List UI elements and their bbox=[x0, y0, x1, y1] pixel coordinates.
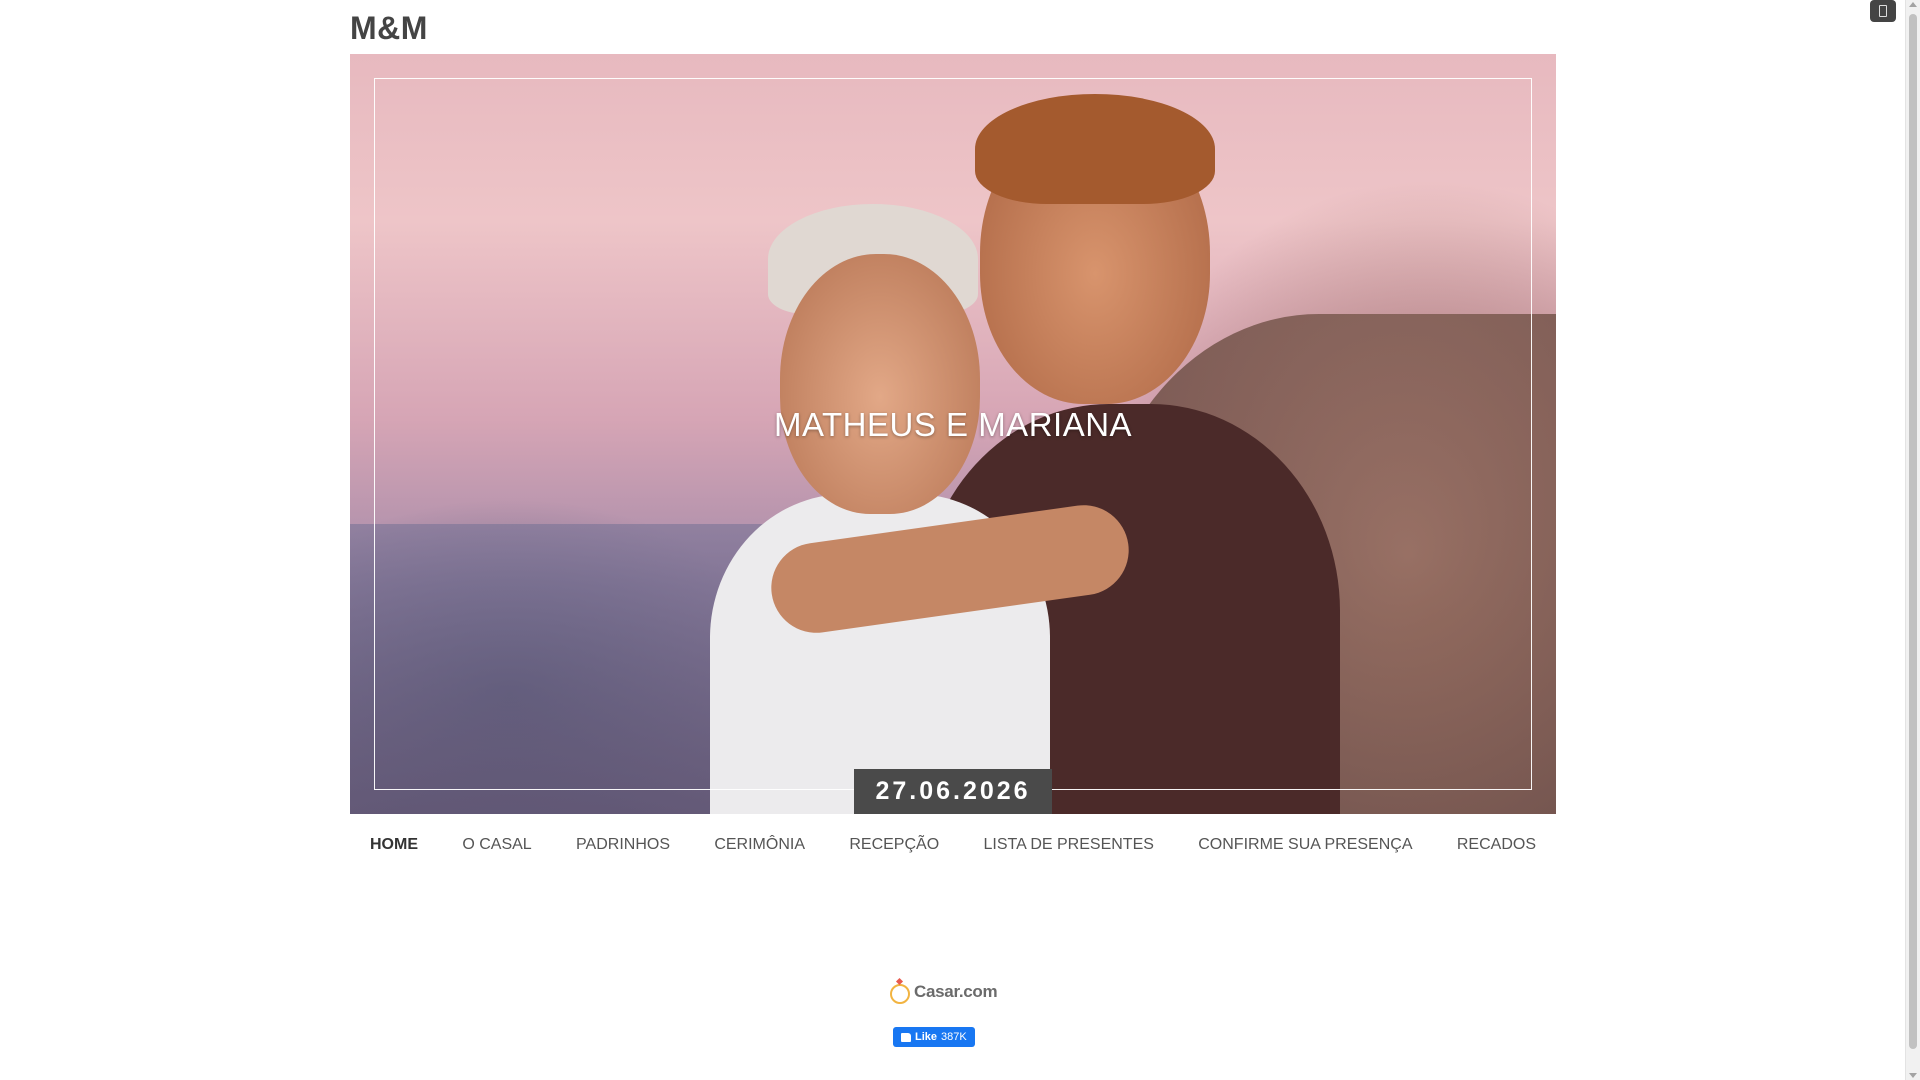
like-count: 387K bbox=[941, 1031, 967, 1043]
hero-banner: MATHEUS E MARIANA 27.06.2026 bbox=[350, 54, 1556, 814]
couple-name: MATHEUS E MARIANA bbox=[773, 406, 1133, 443]
like-label: Like bbox=[915, 1031, 938, 1043]
nav-item-recepcao[interactable]: RECEPÇÃO bbox=[849, 836, 939, 854]
scroll-up-arrow-icon[interactable] bbox=[1909, 2, 1917, 7]
scroll-down-arrow-icon[interactable] bbox=[1909, 1073, 1917, 1078]
nav-item-cerimonia[interactable]: CERIMÔNIA bbox=[714, 836, 805, 854]
nav-item-recados[interactable]: RECADOS bbox=[1457, 836, 1536, 854]
ring-icon bbox=[890, 984, 910, 1004]
casar-logo[interactable]: Casar.com bbox=[890, 980, 998, 1004]
square-icon bbox=[1879, 5, 1887, 17]
wedding-date-badge: 27.06.2026 bbox=[854, 769, 1052, 814]
corner-menu-button[interactable] bbox=[1870, 0, 1896, 22]
site-brand[interactable]: M&M bbox=[350, 10, 428, 47]
scrollbar-thumb[interactable] bbox=[1909, 14, 1917, 1049]
nav-item-padrinhos[interactable]: PADRINHOS bbox=[576, 836, 670, 854]
nav-item-confirme-presenca[interactable]: CONFIRME SUA PRESENÇA bbox=[1198, 836, 1412, 854]
nav-item-o-casal[interactable]: O CASAL bbox=[462, 836, 531, 854]
nav-item-home[interactable]: HOME bbox=[370, 836, 418, 854]
page-scrollbar[interactable] bbox=[1905, 0, 1920, 1080]
main-nav: HOME O CASAL PADRINHOS CERIMÔNIA RECEPÇÃ… bbox=[350, 836, 1556, 854]
facebook-like-button[interactable]: Like 387K bbox=[893, 1027, 975, 1047]
nav-item-lista-de-presentes[interactable]: LISTA DE PRESENTES bbox=[983, 836, 1153, 854]
casar-logo-text: Casar.com bbox=[914, 982, 998, 1001]
thumbs-up-icon bbox=[901, 1032, 911, 1042]
